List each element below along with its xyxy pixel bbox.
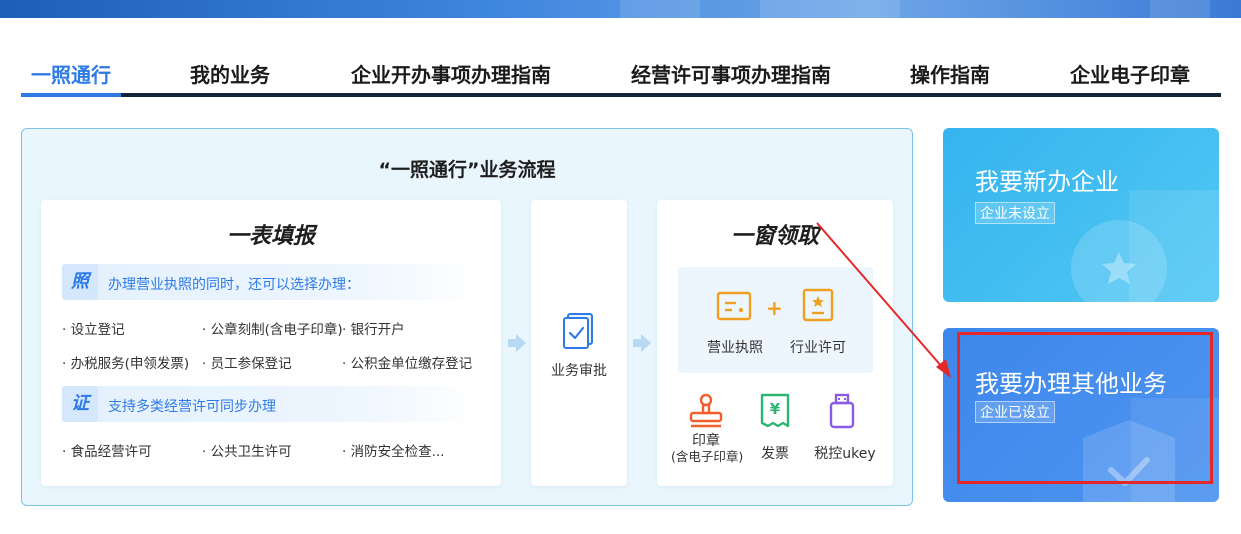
list-item: · 公章刻制(含电子印章) (202, 322, 343, 338)
seal-label-line2: (含电子印章) (671, 449, 744, 464)
fill-form-card: 一表填报 照 办理营业执照的同时，还可以选择办理： · 设立登记 · 公章刻制(… (41, 200, 501, 486)
collect-title: 一窗领取 (730, 224, 819, 249)
item-text: 公章刻制(含电子印章) (210, 322, 343, 338)
top-banner (0, 0, 1241, 18)
banner-decoration (1150, 0, 1210, 18)
tab-operation-guide[interactable]: 操作指南 (910, 59, 990, 88)
other-business-badge: 企业已设立 (975, 401, 1055, 423)
collect-card: 一窗领取 + 营业执照 行业许可 印章 (含电子印章) ¥ 发票 税控ukey (657, 200, 893, 486)
item-text: 公积金单位缴存登记 (350, 356, 473, 372)
other-business-card[interactable]: 我要办理其他业务 企业已设立 (943, 328, 1219, 502)
license-permit-box: + 营业执照 行业许可 (678, 267, 873, 373)
seal-stamp-icon (689, 393, 723, 428)
list-item: · 公共卫生许可 (202, 444, 292, 460)
banner-decoration (760, 0, 900, 18)
main-tabs: 一照通行 我的业务 企业开办事项办理指南 经营许可事项办理指南 操作指南 企业电… (21, 55, 1221, 98)
list-item: · 银行开户 (342, 322, 405, 338)
invoice-label: 发票 (761, 446, 789, 462)
seal-label: 印章 (含电子印章) (671, 433, 744, 465)
item-text: 消防安全检查... (350, 444, 445, 460)
business-flow-panel: “一照通行”业务流程 一表填报 照 办理营业执照的同时，还可以选择办理： · 设… (21, 128, 913, 506)
svg-text:¥: ¥ (770, 400, 781, 418)
permit-label: 行业许可 (790, 340, 846, 356)
tab-business-permit-guide[interactable]: 经营许可事项办理指南 (631, 59, 831, 88)
item-text: 办税服务(申领发票) (70, 356, 190, 372)
tab-my-business[interactable]: 我的业务 (190, 59, 270, 88)
new-company-badge: 企业未设立 (975, 202, 1055, 224)
license-label: 营业执照 (707, 340, 763, 356)
list-item: · 设立登记 (62, 322, 125, 338)
flow-arrow-icon (508, 334, 526, 352)
document-check-icon (563, 313, 593, 349)
list-item: · 食品经营许可 (62, 444, 152, 460)
tab-yizhaotongxing[interactable]: 一照通行 (31, 59, 111, 88)
item-text: 银行开户 (350, 322, 405, 338)
item-text: 公共卫生许可 (210, 444, 292, 460)
ukey-icon (829, 393, 855, 429)
new-company-title: 我要新办企业 (975, 168, 1119, 196)
list-item: · 消防安全检查... (342, 444, 445, 460)
permit-text: 支持多类经营许可同步办理 (108, 399, 276, 415)
invoice-icon: ¥ (760, 393, 790, 428)
other-business-title: 我要办理其他业务 (975, 370, 1167, 398)
flow-arrow-icon (633, 334, 651, 352)
list-item: · 员工参保登记 (202, 356, 292, 372)
plus-icon: + (766, 296, 783, 320)
review-label: 业务审批 (551, 363, 607, 379)
list-item: · 公积金单位缴存登记 (342, 356, 473, 372)
item-text: 食品经营许可 (70, 444, 152, 460)
banner-decoration (620, 0, 700, 18)
tab-e-seal[interactable]: 企业电子印章 (1070, 59, 1190, 88)
license-badge: 照 (62, 264, 98, 300)
permit-badge: 证 (62, 386, 98, 422)
item-text: 员工参保登记 (210, 356, 292, 372)
tabs-baseline (21, 93, 1221, 97)
tab-company-setup-guide[interactable]: 企业开办事项办理指南 (351, 59, 551, 88)
fill-form-title: 一表填报 (226, 224, 315, 249)
license-text: 办理营业执照的同时，还可以选择办理： (108, 277, 360, 293)
item-text: 设立登记 (70, 322, 125, 338)
new-company-card[interactable]: 我要新办企业 企业未设立 (943, 128, 1219, 302)
review-card: 业务审批 (531, 200, 627, 486)
list-item: · 办税服务(申领发票) (62, 356, 190, 372)
industry-permit-icon (802, 288, 834, 322)
license-highlight: 照 办理营业执照的同时，还可以选择办理： (62, 264, 482, 300)
seal-label-line1: 印章 (692, 433, 720, 449)
business-license-icon (716, 291, 752, 321)
ukey-label: 税控ukey (814, 446, 876, 462)
permit-highlight: 证 支持多类经营许可同步办理 (62, 386, 482, 422)
active-tab-indicator (21, 93, 121, 97)
flow-title: “一照通行”业务流程 (378, 159, 556, 181)
